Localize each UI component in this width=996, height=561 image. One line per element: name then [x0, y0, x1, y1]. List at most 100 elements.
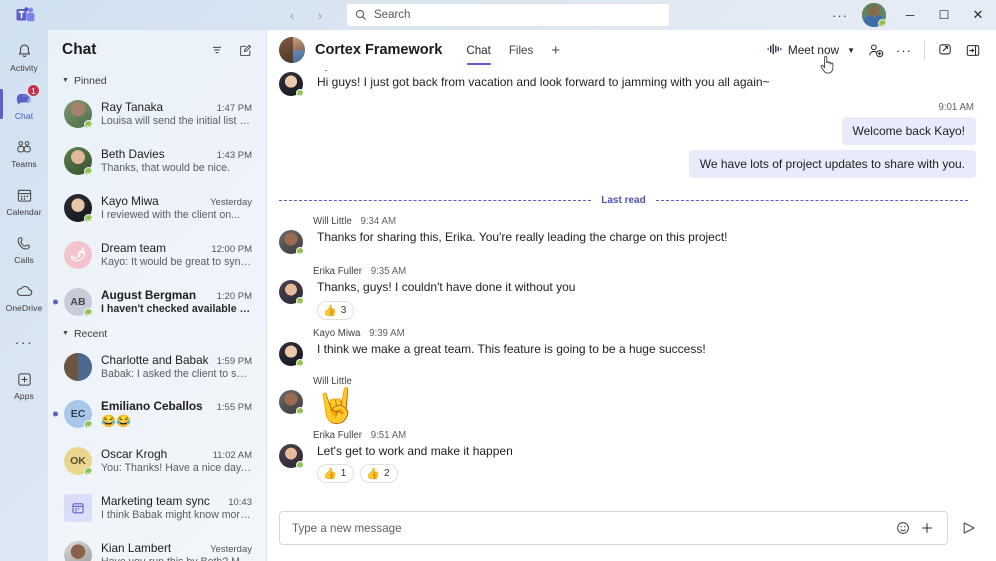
sidebar-item-calendar[interactable]: Calendar — [0, 178, 48, 224]
chat-group-header-recent[interactable]: ▼ Recent — [48, 325, 266, 343]
list-item[interactable]: OK Oscar Krogh 11:02 AM You: Thanks! Have… — [52, 437, 262, 484]
close-button[interactable]: ✕ — [962, 0, 994, 30]
reaction-chip[interactable]: 👍 2 — [360, 464, 398, 484]
emoji-icon[interactable] — [891, 516, 915, 540]
reaction-chip[interactable]: 👍 3 — [317, 300, 355, 320]
chat-name: Charlotte and Babak — [101, 353, 209, 367]
message-body: Kayo Miwa 9:39 AM I think we make a grea… — [313, 328, 978, 366]
message-incoming: Will Little 9:34 AM Thanks for sharing t… — [273, 214, 978, 256]
forward-button[interactable]: › — [306, 3, 334, 27]
sidebar-item-calls[interactable]: Calls — [0, 226, 48, 272]
chat-list-header: Chat — [48, 30, 266, 70]
divider-line — [655, 200, 968, 202]
message-incoming: Kayo Miwa 9:00 AM Hi guys! I just got ba… — [273, 70, 978, 97]
chat-time: Yesterday — [210, 197, 252, 208]
titlebar-more-button[interactable]: ··· — [826, 2, 854, 28]
new-chat-icon[interactable] — [234, 39, 256, 61]
chevron-down-icon: ▼ — [62, 76, 69, 84]
cloud-icon — [15, 281, 34, 301]
message-header: Kayo Miwa 9:00 AM — [313, 70, 978, 72]
list-item[interactable]: Ray Tanaka 1:47 PM Louisa will send the i… — [52, 90, 262, 137]
maximize-button[interactable]: ☐ — [928, 0, 960, 30]
sidebar-label: OneDrive — [5, 303, 43, 313]
message-author: Erika Fuller — [313, 266, 362, 278]
send-icon[interactable] — [954, 513, 984, 543]
list-item-meta: Emiliano Ceballos 1:55 PM 😂😂 — [101, 399, 252, 428]
reaction-count: 1 — [340, 468, 347, 480]
plus-box-icon — [16, 369, 33, 389]
conversation-tabs: Chat Files + — [458, 30, 568, 70]
message-list[interactable]: Kayo Miwa 9:00 AM Hi guys! I just got ba… — [267, 70, 996, 505]
avatar — [64, 193, 93, 223]
teams-logo-icon — [6, 0, 46, 30]
avatar — [64, 99, 93, 129]
sidebar-item-onedrive[interactable]: OneDrive — [0, 274, 48, 320]
chevron-down-icon[interactable]: ▼ — [847, 46, 855, 55]
filter-icon[interactable] — [206, 39, 228, 61]
list-item[interactable]: Kian Lambert Yesterday Have you run this … — [52, 531, 262, 561]
plus-icon[interactable] — [915, 516, 939, 540]
conversation-pane: Cortex Framework Chat Files + Meet now ▼… — [267, 30, 996, 561]
meet-now-button[interactable]: Meet now ▼ — [761, 40, 861, 61]
message-input[interactable]: Type a new message — [279, 511, 948, 545]
avatar-part — [279, 37, 294, 63]
open-panel-icon[interactable] — [960, 37, 986, 63]
sidebar-label: Teams — [11, 159, 37, 169]
message-author: Kayo Miwa — [313, 327, 361, 339]
chat-name: Kayo Miwa — [101, 194, 159, 208]
thumbs-up-icon: 👍 — [323, 304, 337, 317]
sidebar-label: Chat — [14, 111, 34, 121]
avatar-initials: AB — [70, 295, 86, 308]
chat-time: 1:43 PM — [216, 150, 252, 161]
reaction-chip[interactable]: 👍 1 — [317, 464, 355, 484]
user-avatar[interactable] — [862, 3, 887, 28]
chat-name: Kian Lambert — [101, 541, 172, 555]
chat-group-header-pinned[interactable]: ▼ Pinned — [48, 72, 266, 90]
search-icon — [355, 9, 367, 21]
pop-out-icon[interactable] — [932, 37, 958, 63]
minimize-button[interactable]: ─ — [894, 0, 926, 30]
message-text: Thanks for sharing this, Erika. You're r… — [317, 230, 728, 245]
chat-list-scroll[interactable]: ▼ Pinned Ray Tanaka 1:47 PM Louisa will s… — [48, 70, 266, 561]
sidebar-label: Calls — [14, 255, 34, 265]
message-header: Erika Fuller 9:51 AM — [313, 430, 978, 441]
chevron-down-icon: ▼ — [62, 329, 69, 337]
chat-group-label: Pinned — [73, 75, 107, 87]
list-item[interactable]: AB August Bergman 1:20 PM I haven't check… — [52, 278, 262, 325]
chat-unread-badge: 1 — [27, 84, 40, 97]
list-item[interactable]: Charlotte and Babak 1:59 PM Babak: I aske… — [52, 343, 262, 390]
sidebar-item-apps[interactable]: Apps — [0, 362, 48, 408]
chat-name: Oscar Krogh — [101, 447, 168, 461]
conversation-more-button[interactable]: ··· — [891, 37, 917, 63]
reaction-count: 2 — [383, 468, 390, 480]
chat-time: 1:20 PM — [216, 291, 252, 302]
list-item[interactable]: Marketing team sync 10:43 I think Babak m… — [52, 484, 262, 531]
list-item[interactable]: Kayo Miwa Yesterday I reviewed with the c… — [52, 184, 262, 231]
avatar-image — [64, 540, 92, 561]
list-item[interactable]: 🌶 Dream team 12:00 PM Kayo: It would be g… — [52, 231, 262, 278]
tab-chat[interactable]: Chat — [458, 30, 499, 70]
reaction-count: 3 — [340, 304, 347, 316]
avatar-initials: OK — [70, 454, 86, 467]
search-input[interactable]: Search — [346, 3, 670, 27]
presence-available-badge — [84, 213, 93, 223]
message-body: Erika Fuller 9:35 AM Thanks, guys! I cou… — [313, 266, 978, 320]
add-people-icon[interactable] — [863, 37, 889, 63]
message-incoming: Erika Fuller 9:35 AM Thanks, guys! I cou… — [273, 264, 978, 320]
back-button[interactable]: ‹ — [278, 3, 306, 27]
message-text: Hi guys! I just got back from vacation a… — [317, 75, 770, 89]
tab-files[interactable]: Files — [501, 30, 541, 70]
unread-indicator — [53, 299, 58, 304]
sidebar-item-activity[interactable]: Activity — [0, 34, 48, 80]
chat-name: Beth Davies — [101, 147, 165, 161]
sidebar-item-chat[interactable]: 1 Chat — [0, 82, 48, 128]
sidebar-more-button[interactable]: ··· — [15, 322, 34, 362]
add-tab-button[interactable]: + — [543, 30, 568, 70]
list-item[interactable]: EC Emiliano Ceballos 1:55 PM 😂😂 — [52, 390, 262, 437]
message-reactions: 👍 3 — [313, 300, 978, 320]
sidebar-item-teams[interactable]: Teams — [0, 130, 48, 176]
list-item[interactable]: Beth Davies 1:43 PM Thanks, that would be… — [52, 137, 262, 184]
avatar-part — [293, 50, 305, 63]
message-author: Will Little — [313, 216, 352, 228]
